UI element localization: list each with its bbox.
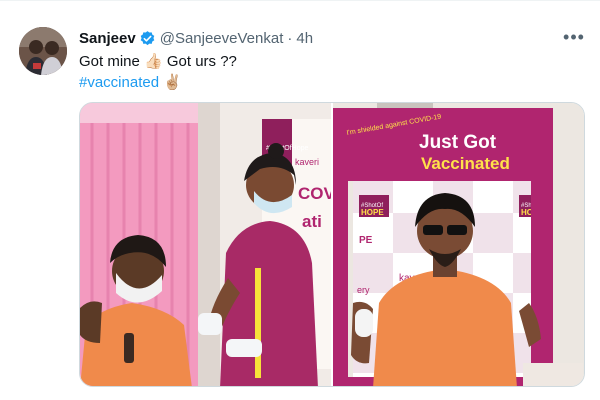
sign-title-line2: Vaccinated: [421, 154, 510, 173]
more-options-icon[interactable]: •••: [562, 27, 586, 47]
tweet-media-grid: #ShotOfHope kaveri COV ati: [79, 102, 585, 387]
display-name[interactable]: Sanjeev: [79, 30, 136, 47]
tweet-timestamp[interactable]: 4h: [296, 30, 313, 47]
header-separator: ·: [287, 29, 293, 47]
photo-left[interactable]: #ShotOfHope kaveri COV ati: [80, 103, 331, 386]
verified-badge-icon: [139, 30, 156, 47]
user-handle[interactable]: @SanjeeveVenkat: [160, 30, 284, 47]
avatar[interactable]: [19, 27, 67, 75]
banner-side-text-2: ati: [302, 212, 322, 231]
sign-title-line1: Just Got: [419, 132, 497, 153]
backdrop-fragment: PE: [359, 235, 373, 246]
backdrop-brand-2: ery: [357, 285, 370, 295]
tweet-card[interactable]: Sanjeev @SanjeeveVenkat · 4h ••• Got min…: [0, 0, 600, 400]
hashtag-link[interactable]: #vaccinated ✌🏼: [79, 73, 182, 93]
vaccination-photo-right: #ShotOf HOPE #Shot HOP kaveri ery PE I'm…: [333, 103, 584, 386]
vaccination-photo-left: #ShotOfHope kaveri COV ati: [80, 103, 331, 386]
photo-right[interactable]: #ShotOf HOPE #Shot HOP kaveri ery PE I'm…: [333, 103, 584, 386]
tweet-header: Sanjeev @SanjeeveVenkat · 4h: [79, 28, 313, 48]
tweet-text: Got mine 👍🏻 Got urs ??: [79, 53, 237, 70]
backdrop-hashtag-2: HOPE: [361, 208, 384, 217]
banner-side-text: COV: [298, 184, 331, 203]
banner-brand: kaveri: [295, 157, 319, 167]
avatar-image: [19, 27, 67, 75]
